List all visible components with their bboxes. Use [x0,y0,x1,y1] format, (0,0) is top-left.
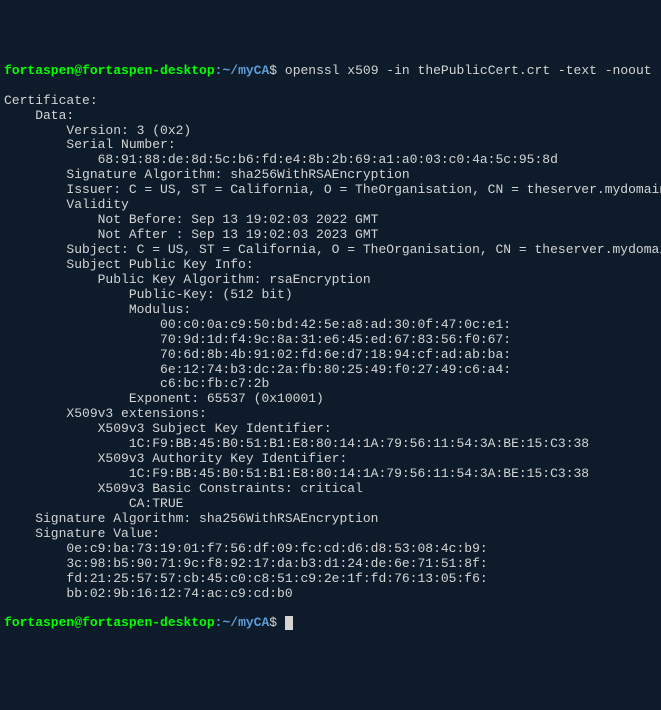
output-line: Public-Key: (512 bit) [4,288,657,303]
output-line: Exponent: 65537 (0x10001) [4,392,657,407]
output-line: X509v3 Authority Key Identifier: [4,452,657,467]
output-line: Not Before: Sep 13 19:02:03 2022 GMT [4,213,657,228]
prompt-host: fortaspen-desktop [82,63,215,78]
prompt-user: fortaspen [4,615,74,630]
output-line: 1C:F9:BB:45:B0:51:B1:E8:80:14:1A:79:56:1… [4,437,657,452]
output-line: Signature Value: [4,527,657,542]
command-text: openssl x509 -in thePublicCert.crt -text… [285,63,652,78]
prompt-at: @ [74,63,82,78]
output-line: X509v3 Subject Key Identifier: [4,422,657,437]
terminal-prompt-line-2[interactable]: fortaspen@fortaspen-desktop:~/myCA$ [4,616,657,631]
prompt-dollar: $ [269,615,285,630]
output-line: 6e:12:74:b3:dc:2a:fb:80:25:49:f0:27:49:c… [4,363,657,378]
output-line: bb:02:9b:16:12:74:ac:c9:cd:b0 [4,587,657,602]
output-line: Issuer: C = US, ST = California, O = The… [4,183,657,198]
output-line: 1C:F9:BB:45:B0:51:B1:E8:80:14:1A:79:56:1… [4,467,657,482]
output-line: CA:TRUE [4,497,657,512]
terminal-output: Certificate: Data: Version: 3 (0x2) Seri… [4,94,657,602]
output-line: 70:6d:8b:4b:91:02:fd:6e:d7:18:94:cf:ad:a… [4,348,657,363]
output-line: Signature Algorithm: sha256WithRSAEncryp… [4,512,657,527]
output-line: 68:91:88:de:8d:5c:b6:fd:e4:8b:2b:69:a1:a… [4,153,657,168]
output-line: Not After : Sep 13 19:02:03 2023 GMT [4,228,657,243]
prompt-path: ~/myCA [222,615,269,630]
output-line: Signature Algorithm: sha256WithRSAEncryp… [4,168,657,183]
output-line: Subject: C = US, ST = California, O = Th… [4,243,657,258]
output-line: Certificate: [4,94,657,109]
prompt-path: ~/myCA [222,63,269,78]
output-line: 0e:c9:ba:73:19:01:f7:56:df:09:fc:cd:d6:d… [4,542,657,557]
prompt-host: fortaspen-desktop [82,615,215,630]
prompt-user: fortaspen [4,63,74,78]
output-line: Data: [4,109,657,124]
terminal-prompt-line[interactable]: fortaspen@fortaspen-desktop:~/myCA$ open… [4,64,657,79]
output-line: 3c:98:b5:90:71:9c:f8:92:17:da:b3:d1:24:d… [4,557,657,572]
output-line: X509v3 Basic Constraints: critical [4,482,657,497]
output-line: Subject Public Key Info: [4,258,657,273]
output-line: 70:9d:1d:f4:9c:8a:31:e6:45:ed:67:83:56:f… [4,333,657,348]
output-line: fd:21:25:57:57:cb:45:c0:c8:51:c9:2e:1f:f… [4,572,657,587]
output-line: 00:c0:0a:c9:50:bd:42:5e:a8:ad:30:0f:47:0… [4,318,657,333]
output-line: c6:bc:fb:c7:2b [4,377,657,392]
prompt-dollar: $ [269,63,285,78]
prompt-at: @ [74,615,82,630]
output-line: Public Key Algorithm: rsaEncryption [4,273,657,288]
output-line: Version: 3 (0x2) [4,124,657,139]
output-line: Modulus: [4,303,657,318]
output-line: Validity [4,198,657,213]
cursor [285,616,293,630]
output-line: X509v3 extensions: [4,407,657,422]
prompt-colon: : [215,615,223,630]
output-line: Serial Number: [4,138,657,153]
